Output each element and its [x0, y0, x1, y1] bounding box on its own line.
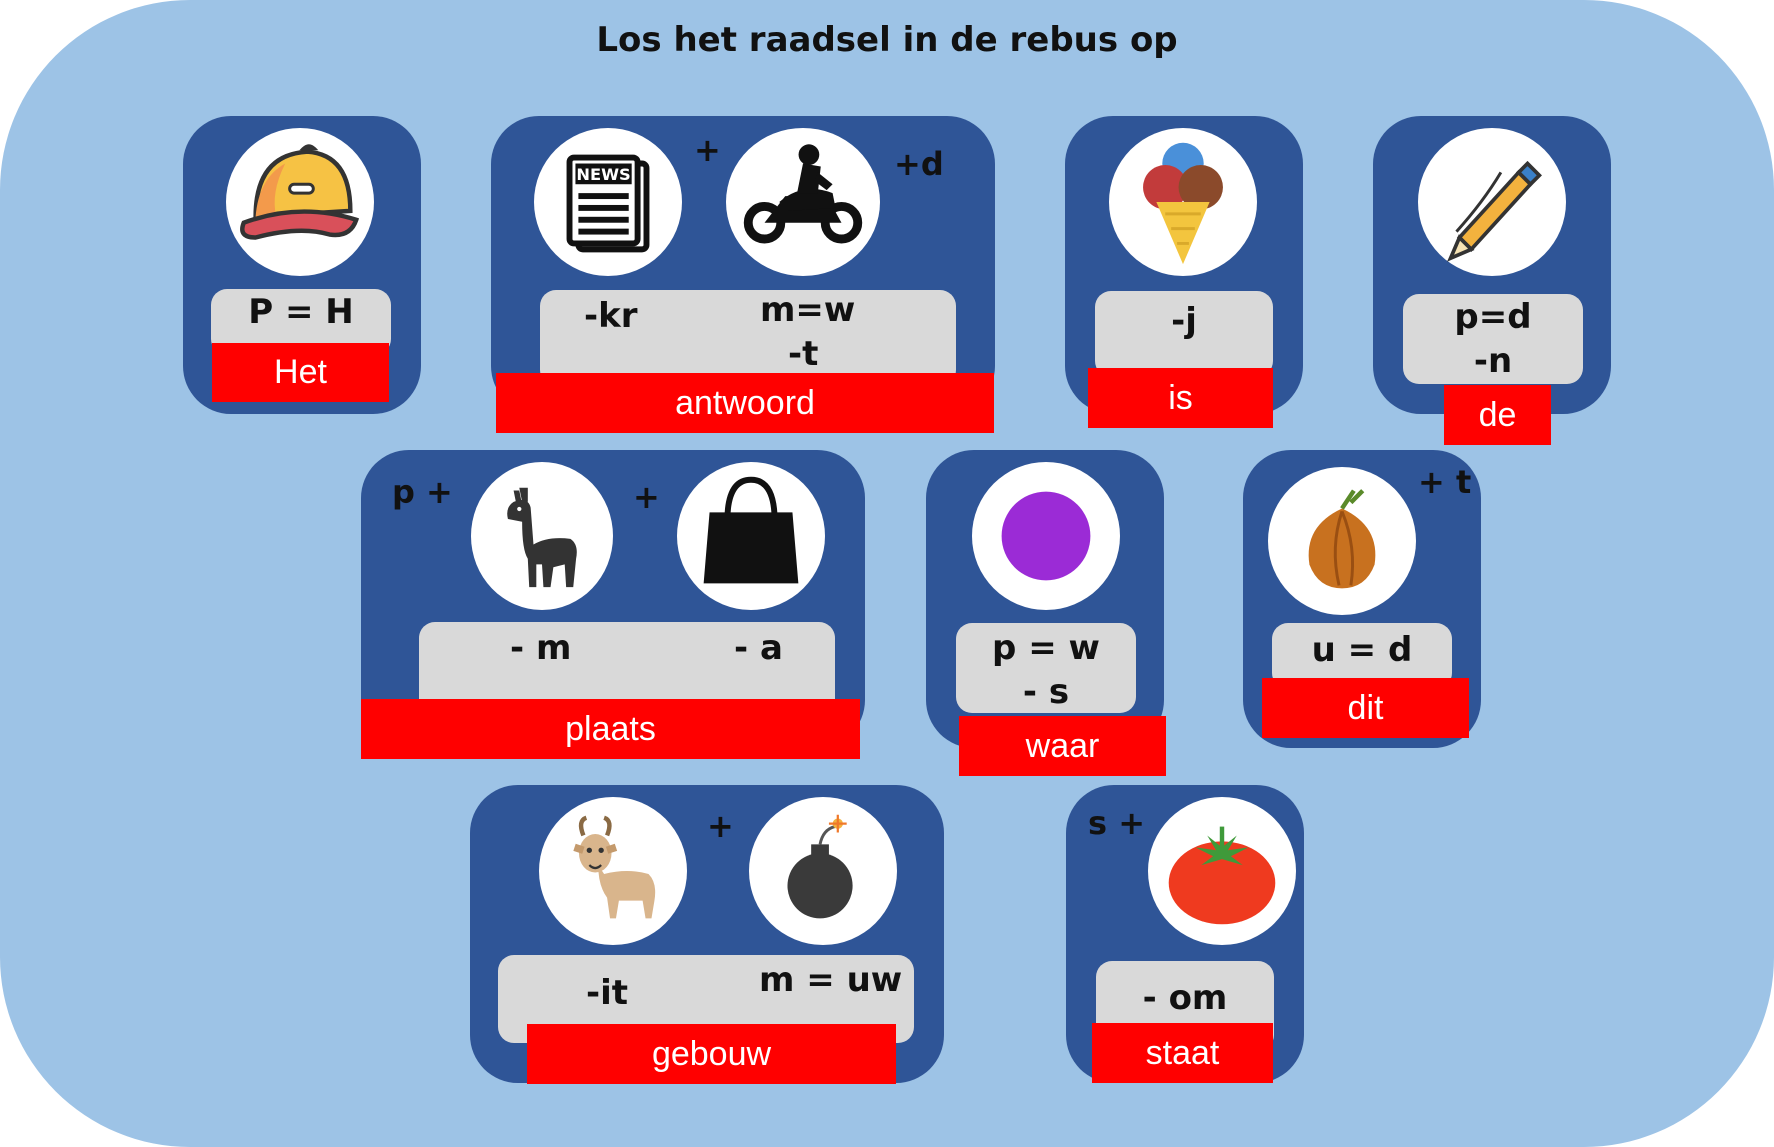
card-dit-suffix: + t	[1418, 463, 1472, 501]
card-antwoord-hint-2a: m=w	[760, 290, 856, 330]
ice-cream-icon	[1109, 128, 1257, 276]
tomato-icon	[1148, 797, 1296, 945]
card-gebouw-answer: gebouw	[527, 1024, 896, 1084]
card-staat-answer: staat	[1092, 1023, 1273, 1083]
card-dit-answer: dit	[1262, 678, 1469, 738]
card-het-answer: Het	[212, 343, 389, 402]
card-plaats-prefix: p +	[392, 473, 453, 511]
card-waar-hint-b: - s	[1022, 672, 1070, 712]
card-antwoord-plus: +	[694, 131, 721, 169]
card-is-hint: -j	[1171, 301, 1197, 341]
card-de-hint-b: -n	[1473, 341, 1513, 381]
card-waar-answer: waar	[959, 716, 1166, 776]
card-antwoord-hint-1: -kr	[584, 296, 638, 336]
card-plaats-answer: plaats	[361, 699, 860, 759]
card-de-answer: de	[1444, 385, 1551, 445]
card-waar-hint-a: p = w	[992, 628, 1100, 668]
goat-icon	[539, 797, 687, 945]
card-gebouw-hint-2: m = uw	[759, 960, 903, 1000]
newspaper-icon: NEWS	[534, 128, 682, 276]
card-dit-hint: u = d	[1311, 630, 1413, 670]
card-is-answer: is	[1088, 368, 1273, 428]
card-gebouw-plus: +	[707, 807, 734, 845]
card-antwoord-hint-2b: -t	[788, 334, 819, 374]
card-de-hint-a: p=d	[1454, 297, 1532, 337]
motorcycle-icon	[726, 128, 880, 276]
bag-icon	[677, 462, 825, 610]
cap-icon	[226, 128, 374, 276]
card-staat-prefix: s +	[1088, 804, 1145, 842]
card-plaats-plus: +	[633, 478, 660, 516]
svg-text:NEWS: NEWS	[576, 165, 630, 184]
card-het-hint: P = H	[248, 292, 354, 332]
llama-icon	[471, 462, 613, 610]
bomb-icon	[749, 797, 897, 945]
card-plaats-hint-2: - a	[734, 628, 783, 668]
card-antwoord-answer: antwoord	[496, 373, 994, 433]
card-plaats-hint-1: - m	[510, 628, 572, 668]
page-title: Los het raadsel in de rebus op	[596, 20, 1178, 60]
pen-icon	[1418, 128, 1566, 276]
card-staat-hint: - om	[1142, 978, 1228, 1018]
card-antwoord-suffix: +d	[894, 145, 944, 183]
rebus-slide: Los het raadsel in de rebus op P = H Het…	[0, 0, 1774, 1147]
card-gebouw-hint-1: -it	[586, 973, 629, 1013]
purple-dot-icon	[972, 462, 1120, 610]
onion-icon	[1268, 467, 1416, 615]
